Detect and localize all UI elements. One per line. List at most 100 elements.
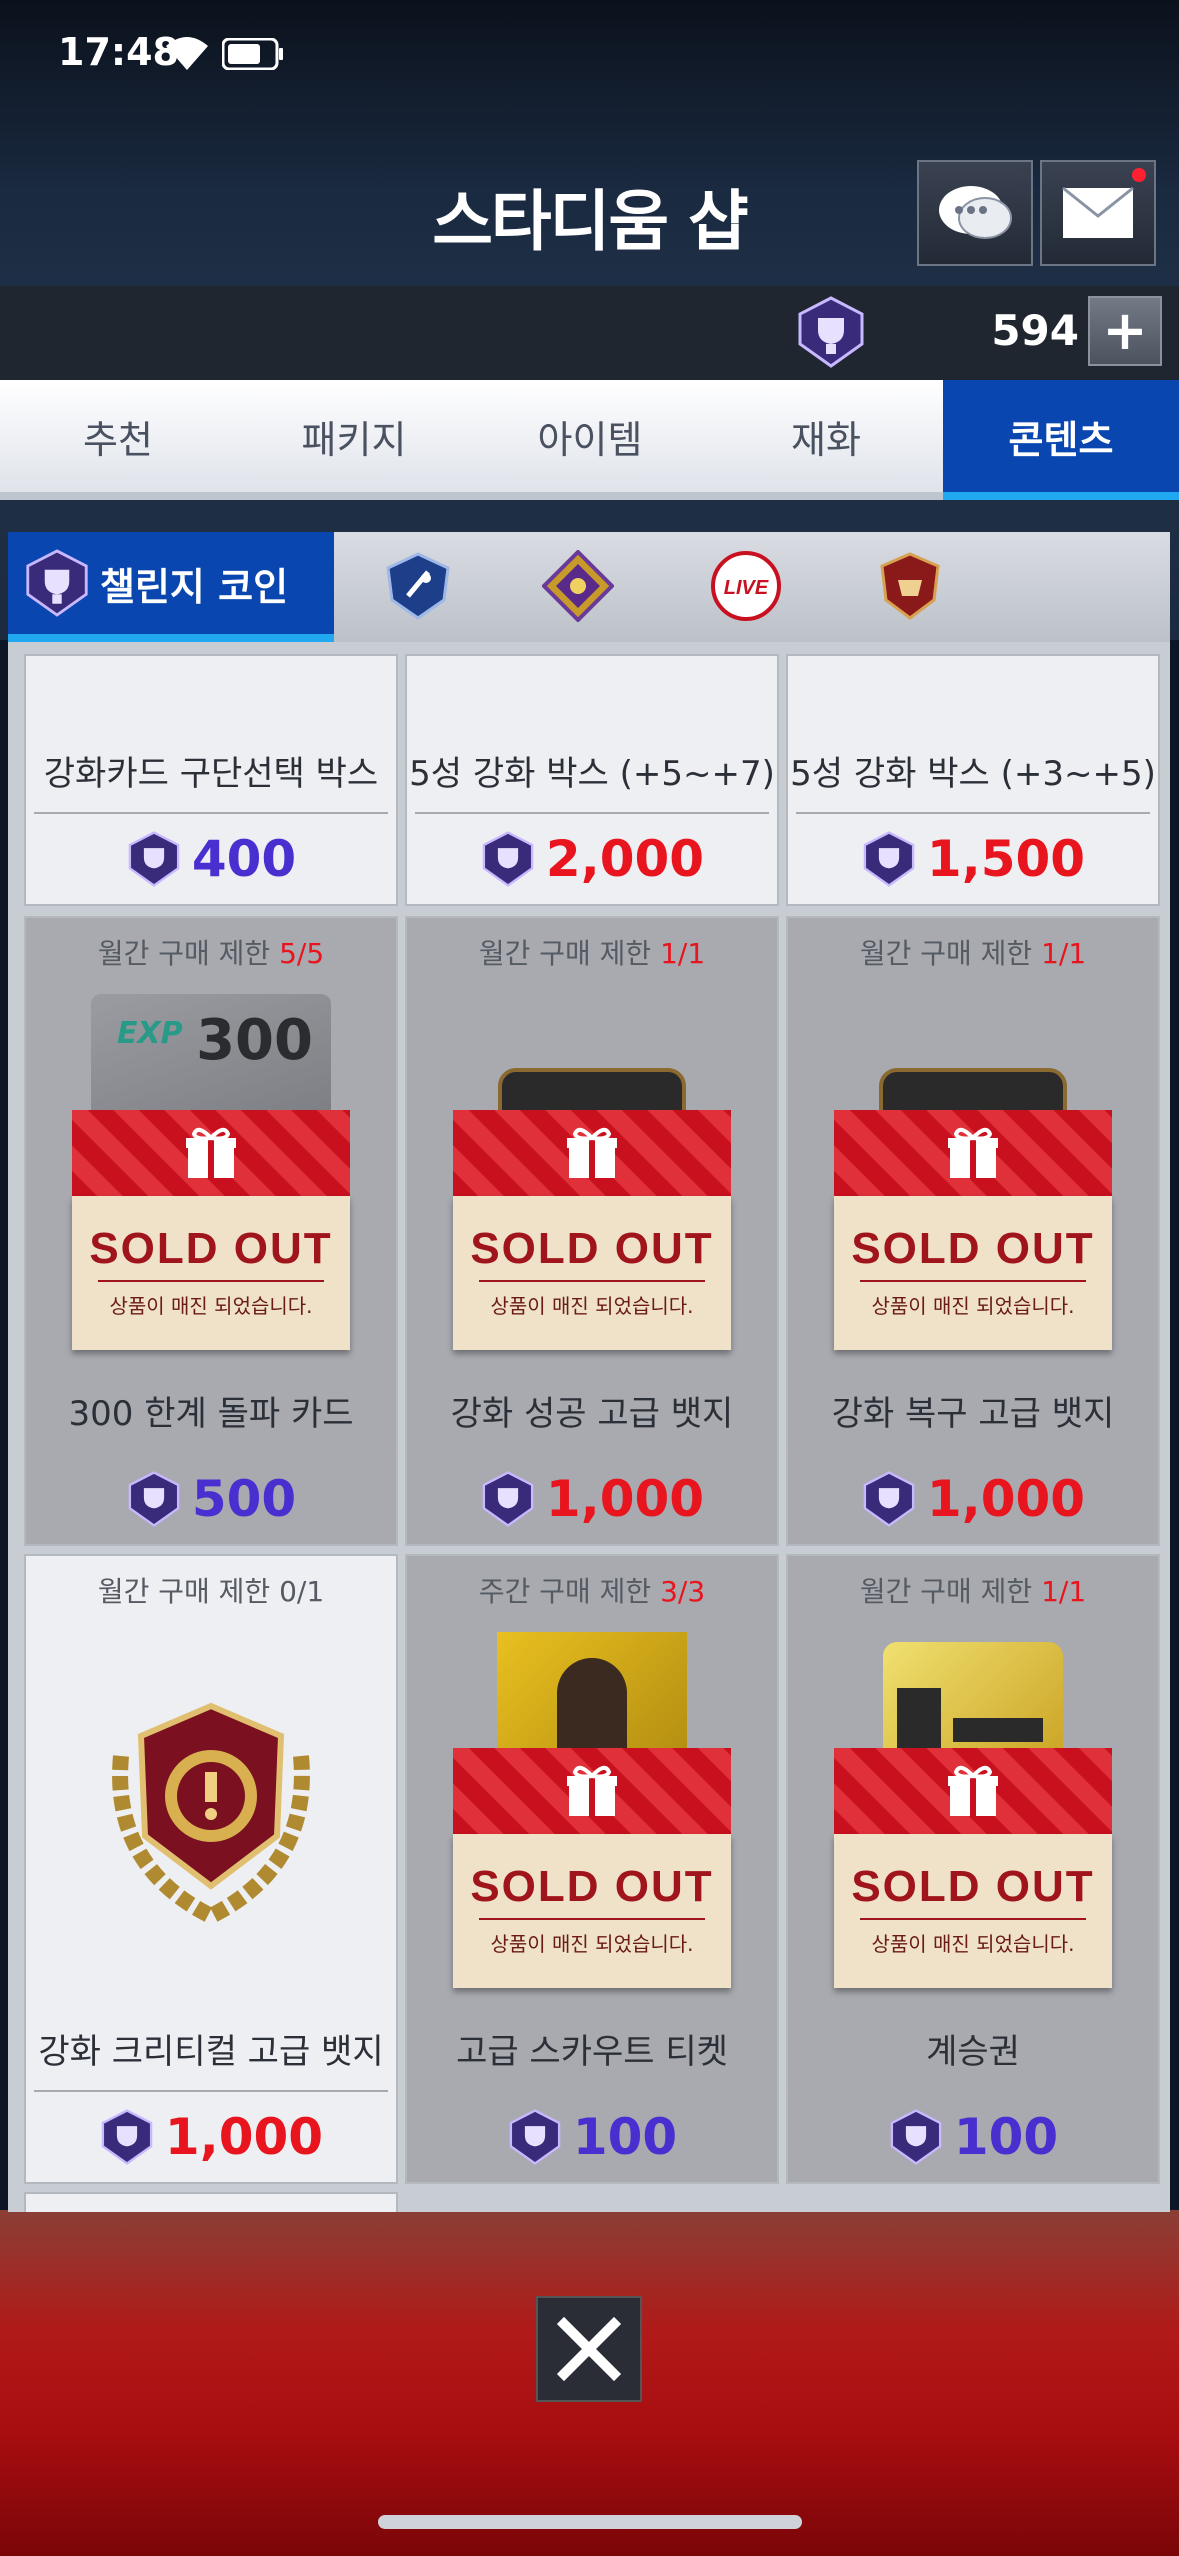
price-value: 400 [191, 830, 297, 888]
item-name: 300 한계 돌파 카드 [68, 1394, 354, 1434]
item-price: 500 [26, 1470, 396, 1528]
challenge-coin-icon [128, 1471, 180, 1527]
price-value: 500 [191, 1470, 297, 1528]
item-card[interactable]: 5성 강화 박스 (+5~+7) 2,000 [405, 654, 779, 906]
mail-button[interactable] [1040, 160, 1156, 266]
challenge-coin-icon [128, 831, 180, 887]
critical-badge-image [112, 1702, 310, 1925]
challenge-coin-icon [26, 549, 88, 617]
divider [415, 2090, 769, 2092]
gift-icon [567, 1127, 617, 1178]
wifi-icon [166, 37, 208, 70]
subtab-blue-crest[interactable] [382, 550, 454, 622]
price-value: 1,000 [545, 1470, 705, 1528]
tab-contents[interactable]: 콘텐츠 [943, 380, 1179, 500]
shop-panel: 챌린지 코인 LIVE 강화카드 구단선택 박스 400 5성 강화 박스 (+… [8, 532, 1170, 2212]
price-value: 2,000 [545, 830, 705, 888]
notification-dot [1132, 168, 1146, 182]
gift-icon [948, 1127, 998, 1178]
live-label: LIVE [724, 577, 769, 599]
divider [34, 812, 388, 814]
divider [796, 1452, 1150, 1454]
sold-out-overlay: SOLD OUT 상품이 매진 되었습니다. [834, 1748, 1112, 1988]
item-card-sold-out[interactable]: 월간 구매 제한 1/1 SOLD OUT 상품이 매진 되었습니다. 강화 복구… [786, 916, 1160, 1546]
item-name: 강화카드 구단선택 박스 [43, 754, 379, 794]
challenge-coin-icon [798, 296, 864, 368]
item-name: 강화 복구 고급 뱃지 [831, 1394, 1115, 1434]
purchase-limit: 월간 구매 제한 0/1 [97, 1575, 325, 1608]
home-indicator[interactable] [378, 2515, 802, 2529]
purchase-limit: 월간 구매 제한 1/1 [859, 937, 1087, 970]
item-name: 5성 강화 박스 (+3~+5) [790, 754, 1156, 794]
tab-recommended[interactable]: 추천 [0, 380, 236, 492]
item-price: 100 [788, 2108, 1158, 2166]
price-value: 100 [953, 2108, 1059, 2166]
sold-out-title: SOLD OUT [851, 1862, 1095, 1911]
item-name: 고급 스카우트 티켓 [456, 2032, 728, 2072]
sold-out-overlay: SOLD OUT 상품이 매진 되었습니다. [72, 1110, 350, 1350]
add-currency-button[interactable]: + [1088, 296, 1162, 366]
sold-out-title: SOLD OUT [89, 1224, 333, 1273]
divider [796, 2090, 1150, 2092]
sold-out-title: SOLD OUT [470, 1224, 714, 1273]
challenge-coin-icon [509, 2109, 561, 2165]
currency-amount: 594 [991, 306, 1079, 355]
item-price: 2,000 [407, 830, 777, 888]
sold-out-title: SOLD OUT [851, 1224, 1095, 1273]
status-time: 17:48 [58, 30, 179, 74]
price-value: 100 [572, 2108, 678, 2166]
subtab-label: 챌린지 코인 [100, 564, 289, 609]
item-card-sold-out[interactable]: 월간 구매 제한 1/1 SOLD OUT 상품이 매진 되었습니다. 강화 성공… [405, 916, 779, 1546]
item-card-sold-out[interactable]: 월간 구매 제한 5/5 EXP 300 SOLD OUT 상품이 매진 되었습니… [24, 916, 398, 1546]
item-card[interactable]: 강화카드 구단선택 박스 400 [24, 654, 398, 906]
divider [415, 1452, 769, 1454]
item-name: 강화 성공 고급 뱃지 [450, 1394, 734, 1434]
challenge-coin-icon [863, 1471, 915, 1527]
purchase-limit: 월간 구매 제한 1/1 [859, 1575, 1087, 1608]
chat-button[interactable] [917, 160, 1033, 266]
sold-out-subtitle: 상품이 매진 되었습니다. [490, 1294, 694, 1318]
item-card[interactable]: 월간 구매 제한 0/1 강화 크리티컬 고급 뱃지 1,000 [24, 1554, 398, 2184]
subtab-live[interactable]: LIVE [710, 550, 782, 622]
item-card-sold-out[interactable]: 주간 구매 제한 3/3 SOLD OUT 상품이 매진 되었습니다. 고급 스카… [405, 1554, 779, 2184]
item-card-sold-out[interactable]: 월간 구매 제한 1/1 SOLD OUT 상품이 매진 되었습니다. 계승권 1… [786, 1554, 1160, 2184]
sold-out-overlay: SOLD OUT 상품이 매진 되었습니다. [834, 1110, 1112, 1350]
item-price: 1,000 [788, 1470, 1158, 1528]
item-price: 1,000 [407, 1470, 777, 1528]
divider [415, 812, 769, 814]
subtab-gold-crest[interactable] [542, 550, 614, 622]
challenge-coin-icon [482, 1471, 534, 1527]
price-value: 1,000 [164, 2108, 324, 2166]
tab-currency[interactable]: 재화 [708, 380, 944, 492]
price-value: 1,500 [926, 830, 1086, 888]
purchase-limit: 주간 구매 제한 3/3 [478, 1575, 706, 1608]
challenge-coin-icon [890, 2109, 942, 2165]
challenge-coin-icon [101, 2109, 153, 2165]
subtab-red-crest[interactable] [874, 550, 946, 622]
item-card[interactable]: 5성 강화 박스 (+3~+5) 1,500 [786, 654, 1160, 906]
mail-icon [1062, 186, 1134, 238]
gift-icon [567, 1765, 617, 1816]
item-name: 5성 강화 박스 (+5~+7) [409, 754, 775, 794]
item-card-partial[interactable] [24, 2192, 398, 2212]
card-number-label: 300 [196, 1008, 313, 1073]
sub-tab-bar: 챌린지 코인 LIVE [8, 532, 1170, 642]
item-price: 400 [26, 830, 396, 888]
main-tab-bar: 추천 패키지 아이템 재화 콘텐츠 [0, 380, 1179, 500]
subtab-challenge-coin[interactable]: 챌린지 코인 [8, 532, 334, 642]
challenge-coin-icon [863, 831, 915, 887]
price-value: 1,000 [926, 1470, 1086, 1528]
sold-out-subtitle: 상품이 매진 되었습니다. [490, 1932, 694, 1956]
divider [34, 1452, 388, 1454]
close-button[interactable] [536, 2296, 642, 2402]
item-name: 계승권 [926, 2032, 1020, 2072]
sold-out-overlay: SOLD OUT 상품이 매진 되었습니다. [453, 1748, 731, 1988]
tab-item[interactable]: 아이템 [472, 380, 708, 492]
item-price: 1,500 [788, 830, 1158, 888]
tab-package[interactable]: 패키지 [236, 380, 472, 492]
gift-icon [186, 1127, 236, 1178]
purchase-limit: 월간 구매 제한 1/1 [478, 937, 706, 970]
close-icon [556, 2316, 622, 2382]
sold-out-subtitle: 상품이 매진 되었습니다. [871, 1932, 1075, 1956]
gift-icon [948, 1765, 998, 1816]
